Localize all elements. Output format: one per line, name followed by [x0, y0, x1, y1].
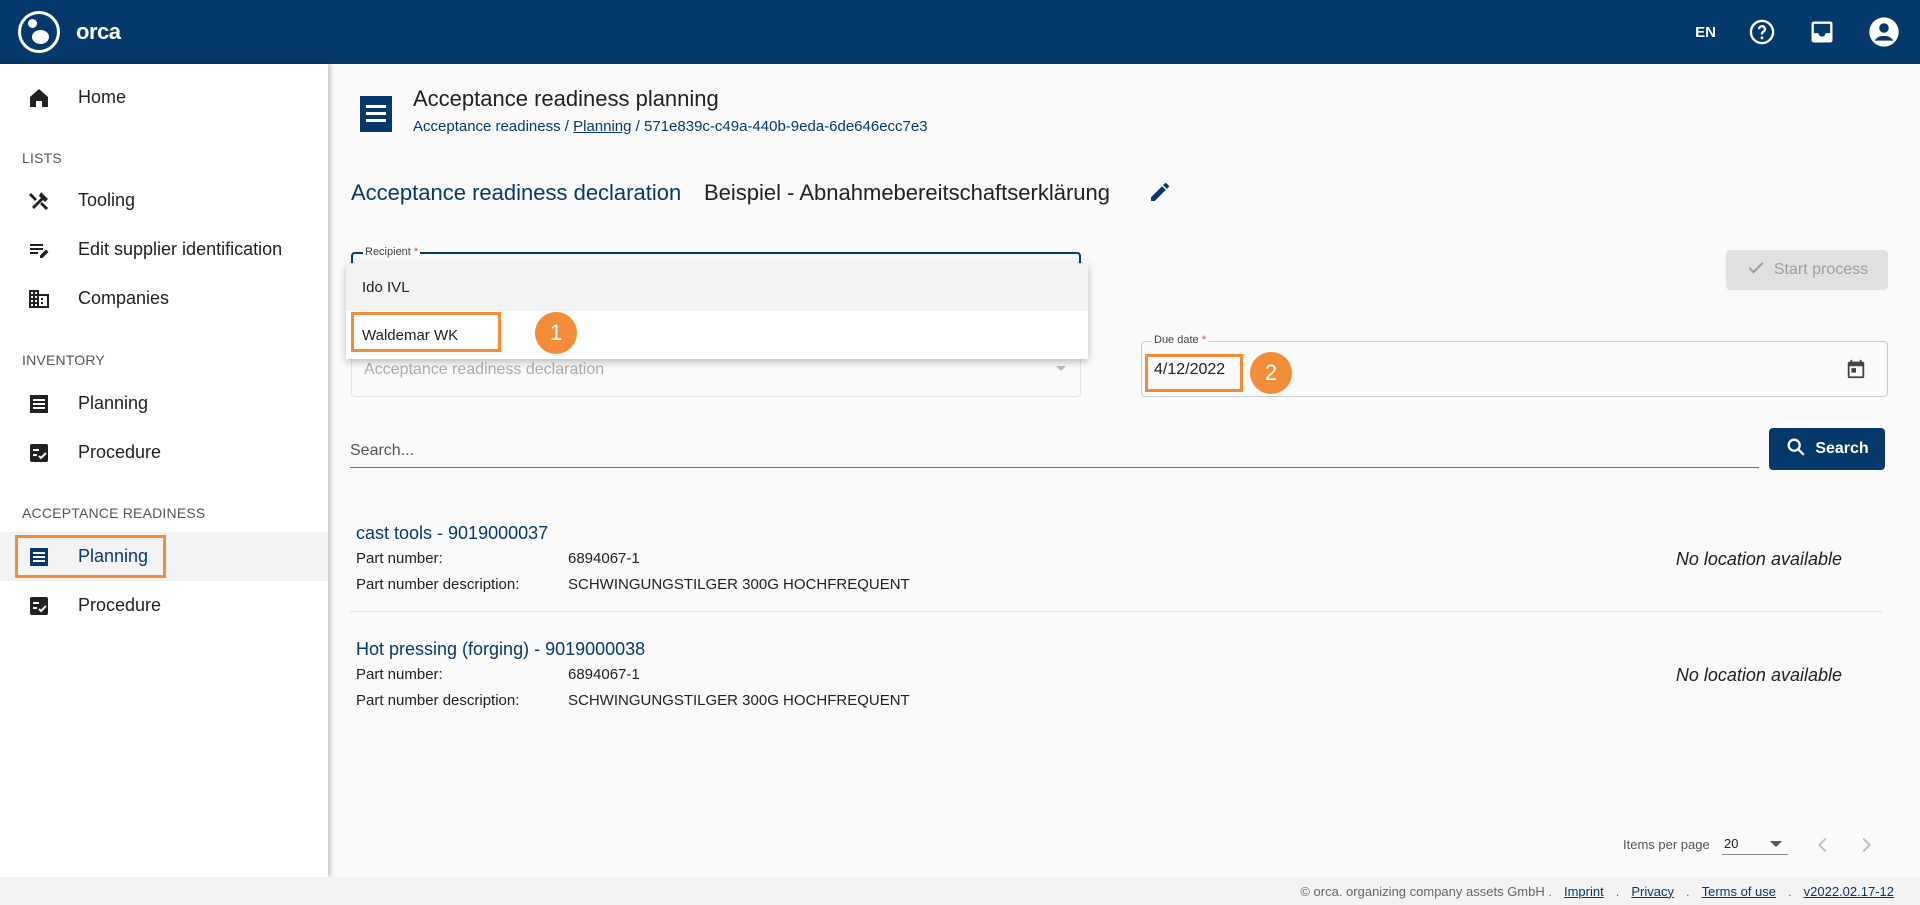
part-description-value: SCHWINGUNGSTILGER 300G HOCHFREQUENT	[568, 692, 910, 709]
checklist-icon	[26, 440, 52, 466]
edit-icon[interactable]	[1148, 180, 1172, 204]
sidebar-item-home[interactable]: Home	[0, 73, 328, 122]
previous-page-icon[interactable]	[1812, 834, 1834, 861]
result-title[interactable]: Hot pressing (forging) - 9019000038	[356, 639, 645, 660]
checklist-icon	[26, 593, 52, 619]
main-content: Acceptance readiness planning Acceptance…	[328, 64, 1920, 877]
sidebar-item-inventory-procedure[interactable]: Procedure	[0, 428, 328, 477]
part-number-value: 6894067-1	[568, 666, 640, 683]
search-button[interactable]: Search	[1769, 428, 1885, 470]
imprint-link[interactable]: Imprint	[1564, 884, 1604, 899]
page-title: Acceptance readiness planning	[413, 86, 719, 111]
sidebar-item-edit-supplier[interactable]: Edit supplier identification	[0, 225, 328, 274]
sidebar-item-companies[interactable]: Companies	[0, 274, 328, 323]
check-icon	[1746, 258, 1766, 283]
help-icon[interactable]	[1748, 18, 1776, 46]
part-number-label: Part number:	[356, 666, 443, 683]
next-page-icon[interactable]	[1855, 834, 1877, 861]
terms-link[interactable]: Terms of use	[1702, 884, 1776, 899]
sidebar-item-inventory-planning[interactable]: Planning	[0, 379, 328, 428]
due-date-label: Due date *	[1152, 334, 1208, 346]
section-lists: LISTS	[22, 150, 62, 166]
part-description-label: Part number description:	[356, 692, 520, 709]
edit-list-icon	[26, 237, 52, 263]
version-link[interactable]: v2022.02.17-12	[1804, 884, 1894, 899]
footer: © orca. organizing company assets GmbH .…	[0, 877, 1920, 905]
divider	[350, 611, 1882, 612]
annotation-badge: 2	[1250, 352, 1292, 394]
sidebar-item-label: Companies	[78, 288, 170, 308]
breadcrumb-separator: /	[635, 118, 640, 135]
footer-separator: .	[1685, 883, 1690, 899]
building-icon	[26, 286, 52, 312]
annotation-highlight-planning	[15, 535, 166, 578]
language-switch[interactable]: EN	[1695, 24, 1716, 41]
planning-icon	[358, 94, 394, 134]
chevron-down-icon	[1770, 841, 1782, 847]
start-process-button[interactable]: Start process	[1726, 250, 1888, 290]
breadcrumb-separator: /	[564, 118, 569, 135]
recipient-option[interactable]: Ido IVL	[346, 263, 1088, 311]
brand-name: orca	[76, 19, 121, 44]
footer-separator: .	[1788, 883, 1792, 899]
footer-separator: .	[1615, 883, 1620, 899]
breadcrumb-id: 571e839c-c49a-440b-9eda-6de646ecc7e3	[644, 118, 928, 135]
recipient-label: Recipient *	[363, 246, 421, 258]
list-item[interactable]: cast tools - 9019000037 Part number: 689…	[350, 517, 1882, 607]
part-description-label: Part number description:	[356, 576, 520, 593]
annotation-badge: 1	[535, 312, 577, 354]
sidebar-item-label: Tooling	[78, 190, 136, 210]
part-description-value: SCHWINGUNGSTILGER 300G HOCHFREQUENT	[568, 576, 910, 593]
sidebar-item-label: Planning	[78, 393, 149, 413]
sidebar-item-acceptance-procedure[interactable]: Procedure	[0, 581, 328, 630]
start-process-label: Start process	[1773, 261, 1869, 278]
planning-icon	[26, 391, 52, 417]
account-icon[interactable]	[1868, 16, 1900, 48]
home-icon	[26, 85, 52, 111]
sidebar: Home LISTS Tooling Edit supplier identif…	[0, 64, 328, 877]
orca-logo-icon[interactable]	[18, 11, 60, 53]
section-inventory: INVENTORY	[22, 352, 105, 368]
annotation-highlight-recipient	[351, 312, 501, 352]
search-input[interactable]: Search...	[350, 442, 414, 460]
result-title[interactable]: cast tools - 9019000037	[356, 523, 548, 544]
copyright: © orca. organizing company assets GmbH .	[1300, 883, 1552, 899]
breadcrumb-root[interactable]: Acceptance readiness	[413, 118, 561, 135]
sidebar-item-label: Procedure	[78, 442, 162, 462]
part-number-label: Part number:	[356, 550, 443, 567]
items-per-page-value: 20	[1724, 836, 1739, 851]
sidebar-item-tooling[interactable]: Tooling	[0, 176, 328, 225]
items-per-page-select[interactable]: 20	[1722, 833, 1788, 855]
search-icon	[1785, 436, 1807, 463]
sidebar-item-label: Edit supplier identification	[78, 239, 283, 259]
location-text: No location available	[1675, 549, 1842, 569]
search-underline	[350, 467, 1759, 468]
calendar-icon[interactable]	[1845, 358, 1867, 385]
breadcrumb: Acceptance readiness / Planning / 571e83…	[413, 118, 928, 135]
part-number-value: 6894067-1	[568, 550, 640, 567]
chevron-down-icon	[1056, 366, 1066, 371]
annotation-highlight-due-date	[1145, 354, 1243, 392]
top-app-bar: orca EN	[0, 0, 1920, 64]
declaration-type-placeholder: Acceptance readiness declaration	[364, 361, 605, 378]
tools-icon	[26, 188, 52, 214]
sidebar-item-label: Procedure	[78, 595, 162, 615]
sidebar-item-label: Home	[78, 87, 127, 107]
list-item[interactable]: Hot pressing (forging) - 9019000038 Part…	[350, 633, 1882, 723]
items-per-page-label: Items per page	[1623, 837, 1710, 852]
breadcrumb-planning-link[interactable]: Planning	[573, 118, 631, 135]
inbox-icon[interactable]	[1808, 18, 1836, 46]
declaration-label: Acceptance readiness declaration	[351, 180, 682, 205]
section-acceptance-readiness: ACCEPTANCE READINESS	[22, 505, 206, 521]
search-button-label: Search	[1815, 440, 1869, 457]
privacy-link[interactable]: Privacy	[1631, 884, 1674, 899]
declaration-name: Beispiel - Abnahmebereitschaftserklärung	[704, 180, 1111, 205]
location-text: No location available	[1675, 665, 1842, 685]
